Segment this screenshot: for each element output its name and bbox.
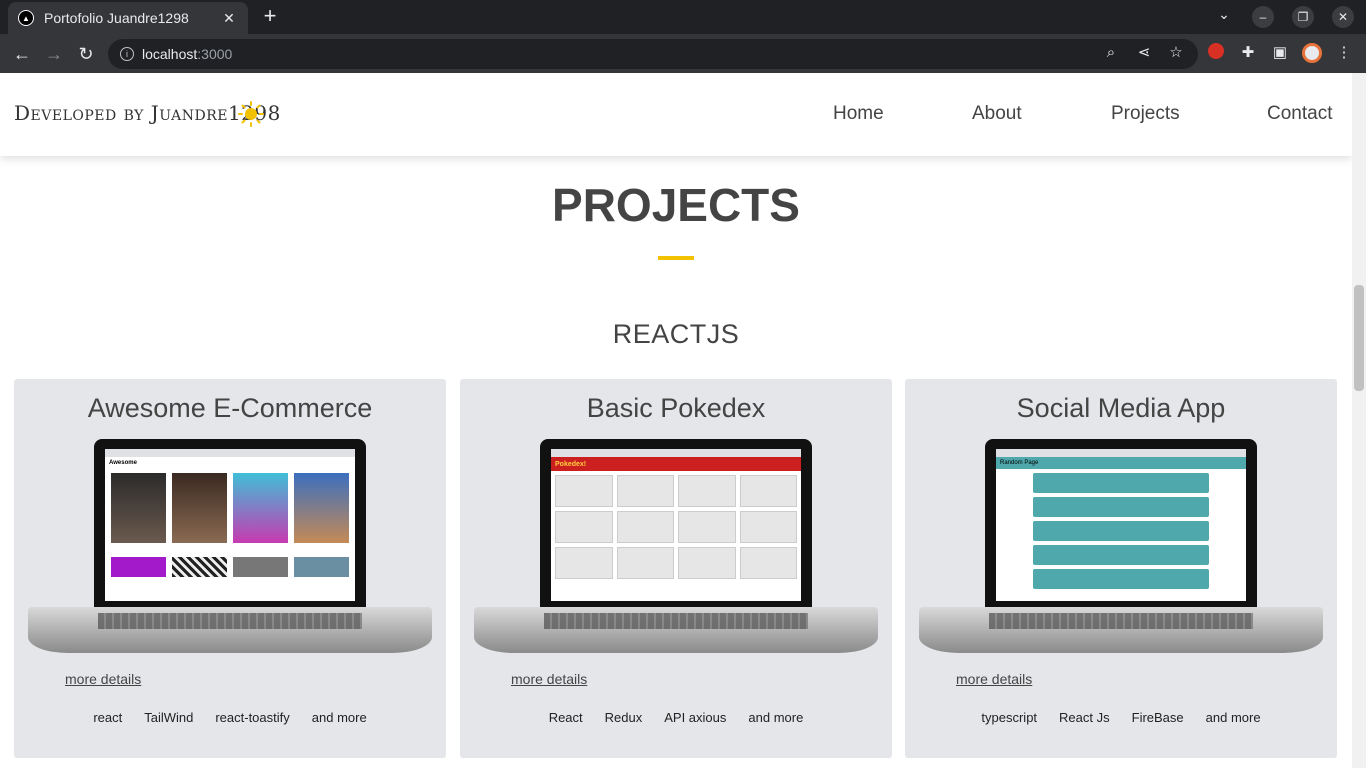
laptop-screenshot-image: Pokedex! — [474, 439, 878, 659]
page-viewport: Developed by Juandre1298 Home About Proj… — [0, 73, 1352, 768]
browser-toolbar: ← → ↻ i localhost:3000 ⌕ ⋖ ☆ ✚ ▣ ⋮ — [0, 34, 1366, 73]
screen-brand-label: Awesome — [109, 460, 137, 466]
forward-arrow-icon[interactable]: → — [42, 42, 66, 66]
project-card-pokedex: Basic Pokedex Pokedex! more details Reac… — [460, 379, 892, 758]
tech-tag: react-toastify — [215, 710, 290, 725]
more-details-link[interactable]: more details — [511, 671, 587, 687]
tech-tags: React Redux API axious and more — [460, 710, 892, 725]
share-icon[interactable]: ⋖ — [1134, 43, 1154, 63]
tab-title: Portofolio Juandre1298 — [44, 10, 189, 26]
heading-underline — [658, 256, 694, 260]
zoom-icon[interactable]: ⌕ — [1101, 43, 1121, 63]
project-card-social: Social Media App Random Page more detail… — [905, 379, 1337, 758]
reactjs-subheading: REACTJS — [612, 319, 740, 349]
restore-icon[interactable]: ❐ — [1292, 6, 1314, 28]
sun-theme-icon[interactable] — [238, 101, 264, 127]
url-port: :3000 — [197, 46, 233, 62]
site-favicon-icon: ▲ — [18, 10, 34, 26]
extensions-puzzle-icon[interactable]: ✚ — [1238, 43, 1258, 63]
tech-tag: API axious — [664, 710, 727, 725]
tech-tag: Redux — [604, 710, 643, 725]
site-info-icon[interactable]: i — [120, 47, 134, 61]
reload-icon[interactable]: ↻ — [74, 42, 98, 66]
browser-tab-bar: ▲ Portofolio Juandre1298 ✕ + ⌄ – ❐ ✕ — [0, 0, 1366, 34]
new-tab-button[interactable]: + — [258, 4, 282, 28]
browser-tab[interactable]: ▲ Portofolio Juandre1298 ✕ — [8, 2, 248, 34]
laptop-screenshot-image: Random Page — [919, 439, 1323, 659]
window-close-icon[interactable]: ✕ — [1332, 6, 1354, 28]
project-title: Social Media App — [1016, 393, 1226, 423]
tech-tag: FireBase — [1131, 710, 1184, 725]
nav-contact[interactable]: Contact — [1267, 103, 1332, 125]
minimize-icon[interactable]: – — [1252, 6, 1274, 28]
tech-tags: react TailWind react-toastify and more — [14, 710, 446, 725]
site-header: Developed by Juandre1298 Home About Proj… — [0, 73, 1352, 156]
tab-search-chevron-icon[interactable]: ⌄ — [1214, 6, 1234, 23]
tech-tag: React — [548, 710, 583, 725]
tech-tags: typescript React Js FireBase and more — [905, 710, 1337, 725]
page-scrollbar[interactable] — [1352, 73, 1366, 768]
back-arrow-icon[interactable]: ← — [10, 42, 34, 66]
tab-close-icon[interactable]: ✕ — [220, 10, 238, 27]
project-card-ecommerce: Awesome E-Commerce Awesome more details … — [14, 379, 446, 758]
more-details-link[interactable]: more details — [65, 671, 141, 687]
browser-menu-icon[interactable]: ⋮ — [1334, 43, 1354, 63]
nav-home[interactable]: Home — [833, 103, 884, 125]
extension-adblock-icon[interactable] — [1206, 43, 1226, 63]
side-panel-icon[interactable]: ▣ — [1270, 43, 1290, 63]
tech-tag: typescript — [981, 710, 1038, 725]
tech-tag: React Js — [1059, 710, 1110, 725]
nav-about[interactable]: About — [972, 103, 1022, 125]
project-title: Awesome E-Commerce — [87, 393, 373, 423]
profile-avatar-icon[interactable] — [1302, 43, 1322, 63]
screen-brand-label: Random Page — [1000, 460, 1039, 466]
screen-brand-label: Pokedex! — [555, 460, 587, 468]
tech-tag: and more — [1205, 710, 1261, 725]
scrollbar-thumb[interactable] — [1354, 285, 1364, 391]
tech-tag: and more — [311, 710, 367, 725]
nav-projects[interactable]: Projects — [1111, 103, 1180, 125]
address-bar[interactable]: i localhost:3000 — [108, 39, 1198, 69]
more-details-link[interactable]: more details — [956, 671, 1032, 687]
tech-tag: TailWind — [144, 710, 194, 725]
tech-tag: react — [93, 710, 123, 725]
laptop-screenshot-image: Awesome — [28, 439, 432, 659]
projects-heading: PROJECTS — [552, 179, 800, 231]
project-title: Basic Pokedex — [586, 393, 766, 423]
tech-tag: and more — [748, 710, 804, 725]
bookmark-star-icon[interactable]: ☆ — [1166, 43, 1186, 63]
url-host: localhost — [142, 46, 198, 62]
